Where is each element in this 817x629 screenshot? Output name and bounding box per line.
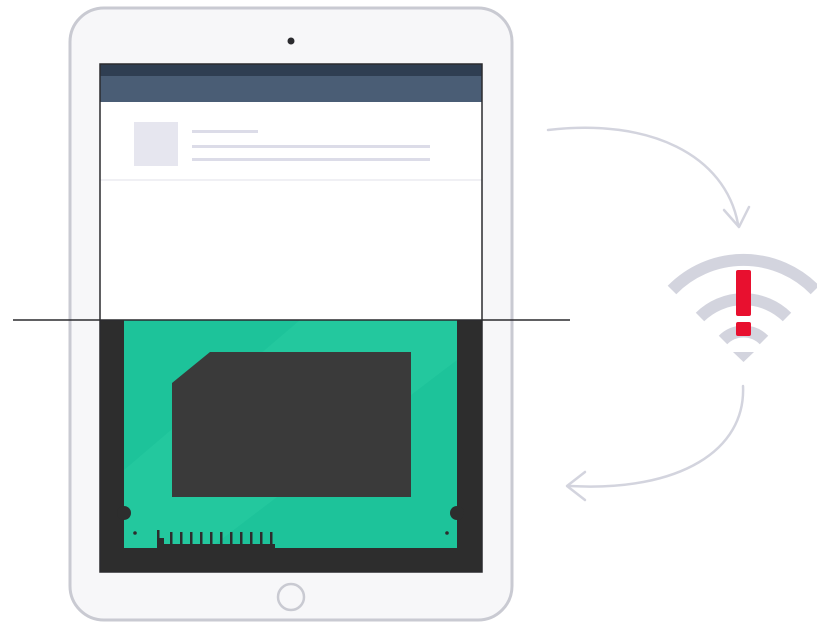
screen-background (100, 64, 482, 320)
tablet-screen (100, 64, 482, 572)
memory-network-diagram (13, 6, 817, 622)
memory-pin (157, 530, 160, 538)
memory-module-icon (100, 320, 482, 572)
board-hole (133, 531, 137, 535)
text-line-placeholder (192, 158, 430, 161)
wifi-dot (733, 352, 754, 362)
board-notch (450, 506, 464, 520)
app-header-top (100, 64, 482, 76)
camera-icon (287, 37, 295, 45)
memory-pin (157, 544, 275, 548)
text-line-placeholder (192, 130, 258, 133)
board-notch (117, 506, 131, 520)
returning-arrow (565, 384, 745, 502)
thumbnail-placeholder (134, 122, 178, 166)
exclamation-bar (736, 270, 751, 316)
outgoing-arrow (546, 126, 751, 229)
text-line-placeholder (192, 145, 430, 148)
board-hole (445, 531, 449, 535)
memory-chip (172, 352, 411, 497)
arrow-curve (546, 126, 740, 226)
arrow-curve (568, 384, 745, 488)
exclamation-dot (736, 322, 751, 336)
exclamation-icon (736, 270, 751, 336)
app-header-bar (100, 76, 482, 102)
